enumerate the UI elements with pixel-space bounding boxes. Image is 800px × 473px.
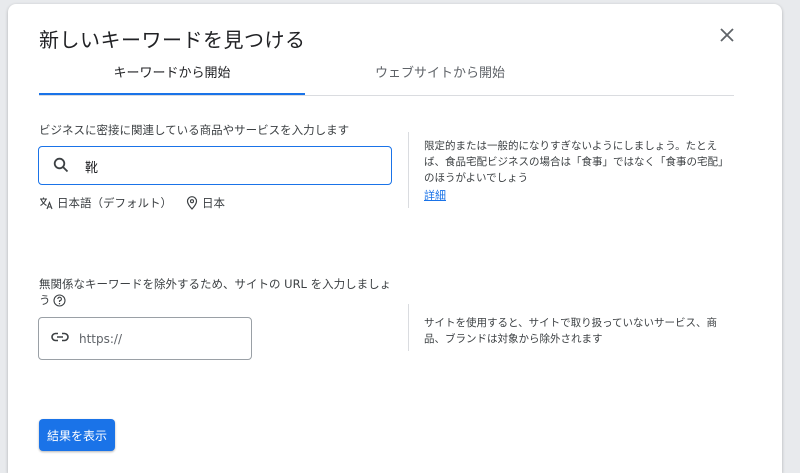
hint-divider [408, 132, 409, 208]
keyword-hint: 限定的または一般的になりすぎないようにしましょう。たとえば、食品宅配ビジネスの場… [424, 140, 729, 184]
url-input[interactable] [77, 329, 241, 349]
keyword-input[interactable] [83, 155, 377, 177]
tab-bar: キーワードから開始 ウェブサイトから開始 [39, 60, 734, 96]
language-label: 日本語（デフォルト） [57, 196, 172, 210]
language-selector[interactable]: 日本語（デフォルト） [39, 195, 172, 211]
search-icon [53, 157, 69, 173]
keyword-discovery-dialog: 新しいキーワードを見つける キーワードから開始 ウェブサイトから開始 ビジネスに… [8, 4, 782, 473]
url-hint: サイトを使用すると、サイトで取り扱っていないサービス、商品、ブランドは対象から除… [424, 317, 718, 345]
link-icon [51, 332, 69, 342]
url-input-box[interactable] [38, 317, 252, 360]
translate-icon [40, 197, 53, 210]
url-input-label-text: 無関係なキーワードを除外するため、サイトの URL を入力しましょう [39, 277, 392, 307]
close-icon [720, 28, 734, 42]
details-link[interactable]: 詳細 [424, 187, 446, 203]
location-pin-icon [186, 196, 198, 210]
keyword-input-label: ビジネスに密接に関連している商品やサービスを入力します [39, 123, 350, 137]
url-hint-divider [408, 304, 409, 351]
keyword-input-box[interactable] [38, 146, 392, 185]
show-results-button[interactable]: 結果を表示 [39, 419, 115, 451]
tab-start-with-website[interactable]: ウェブサイトから開始 [305, 60, 575, 93]
help-icon[interactable] [52, 294, 66, 311]
url-input-label: 無関係なキーワードを除外するため、サイトの URL を入力しましょう [39, 276, 399, 311]
location-label: 日本 [202, 196, 225, 210]
tab-start-with-keywords[interactable]: キーワードから開始 [39, 60, 305, 95]
location-selector[interactable]: 日本 [186, 195, 225, 211]
dialog-title: 新しいキーワードを見つける [39, 28, 306, 52]
targeting-row: 日本語（デフォルト） 日本 [39, 195, 225, 211]
close-button[interactable] [714, 22, 740, 48]
